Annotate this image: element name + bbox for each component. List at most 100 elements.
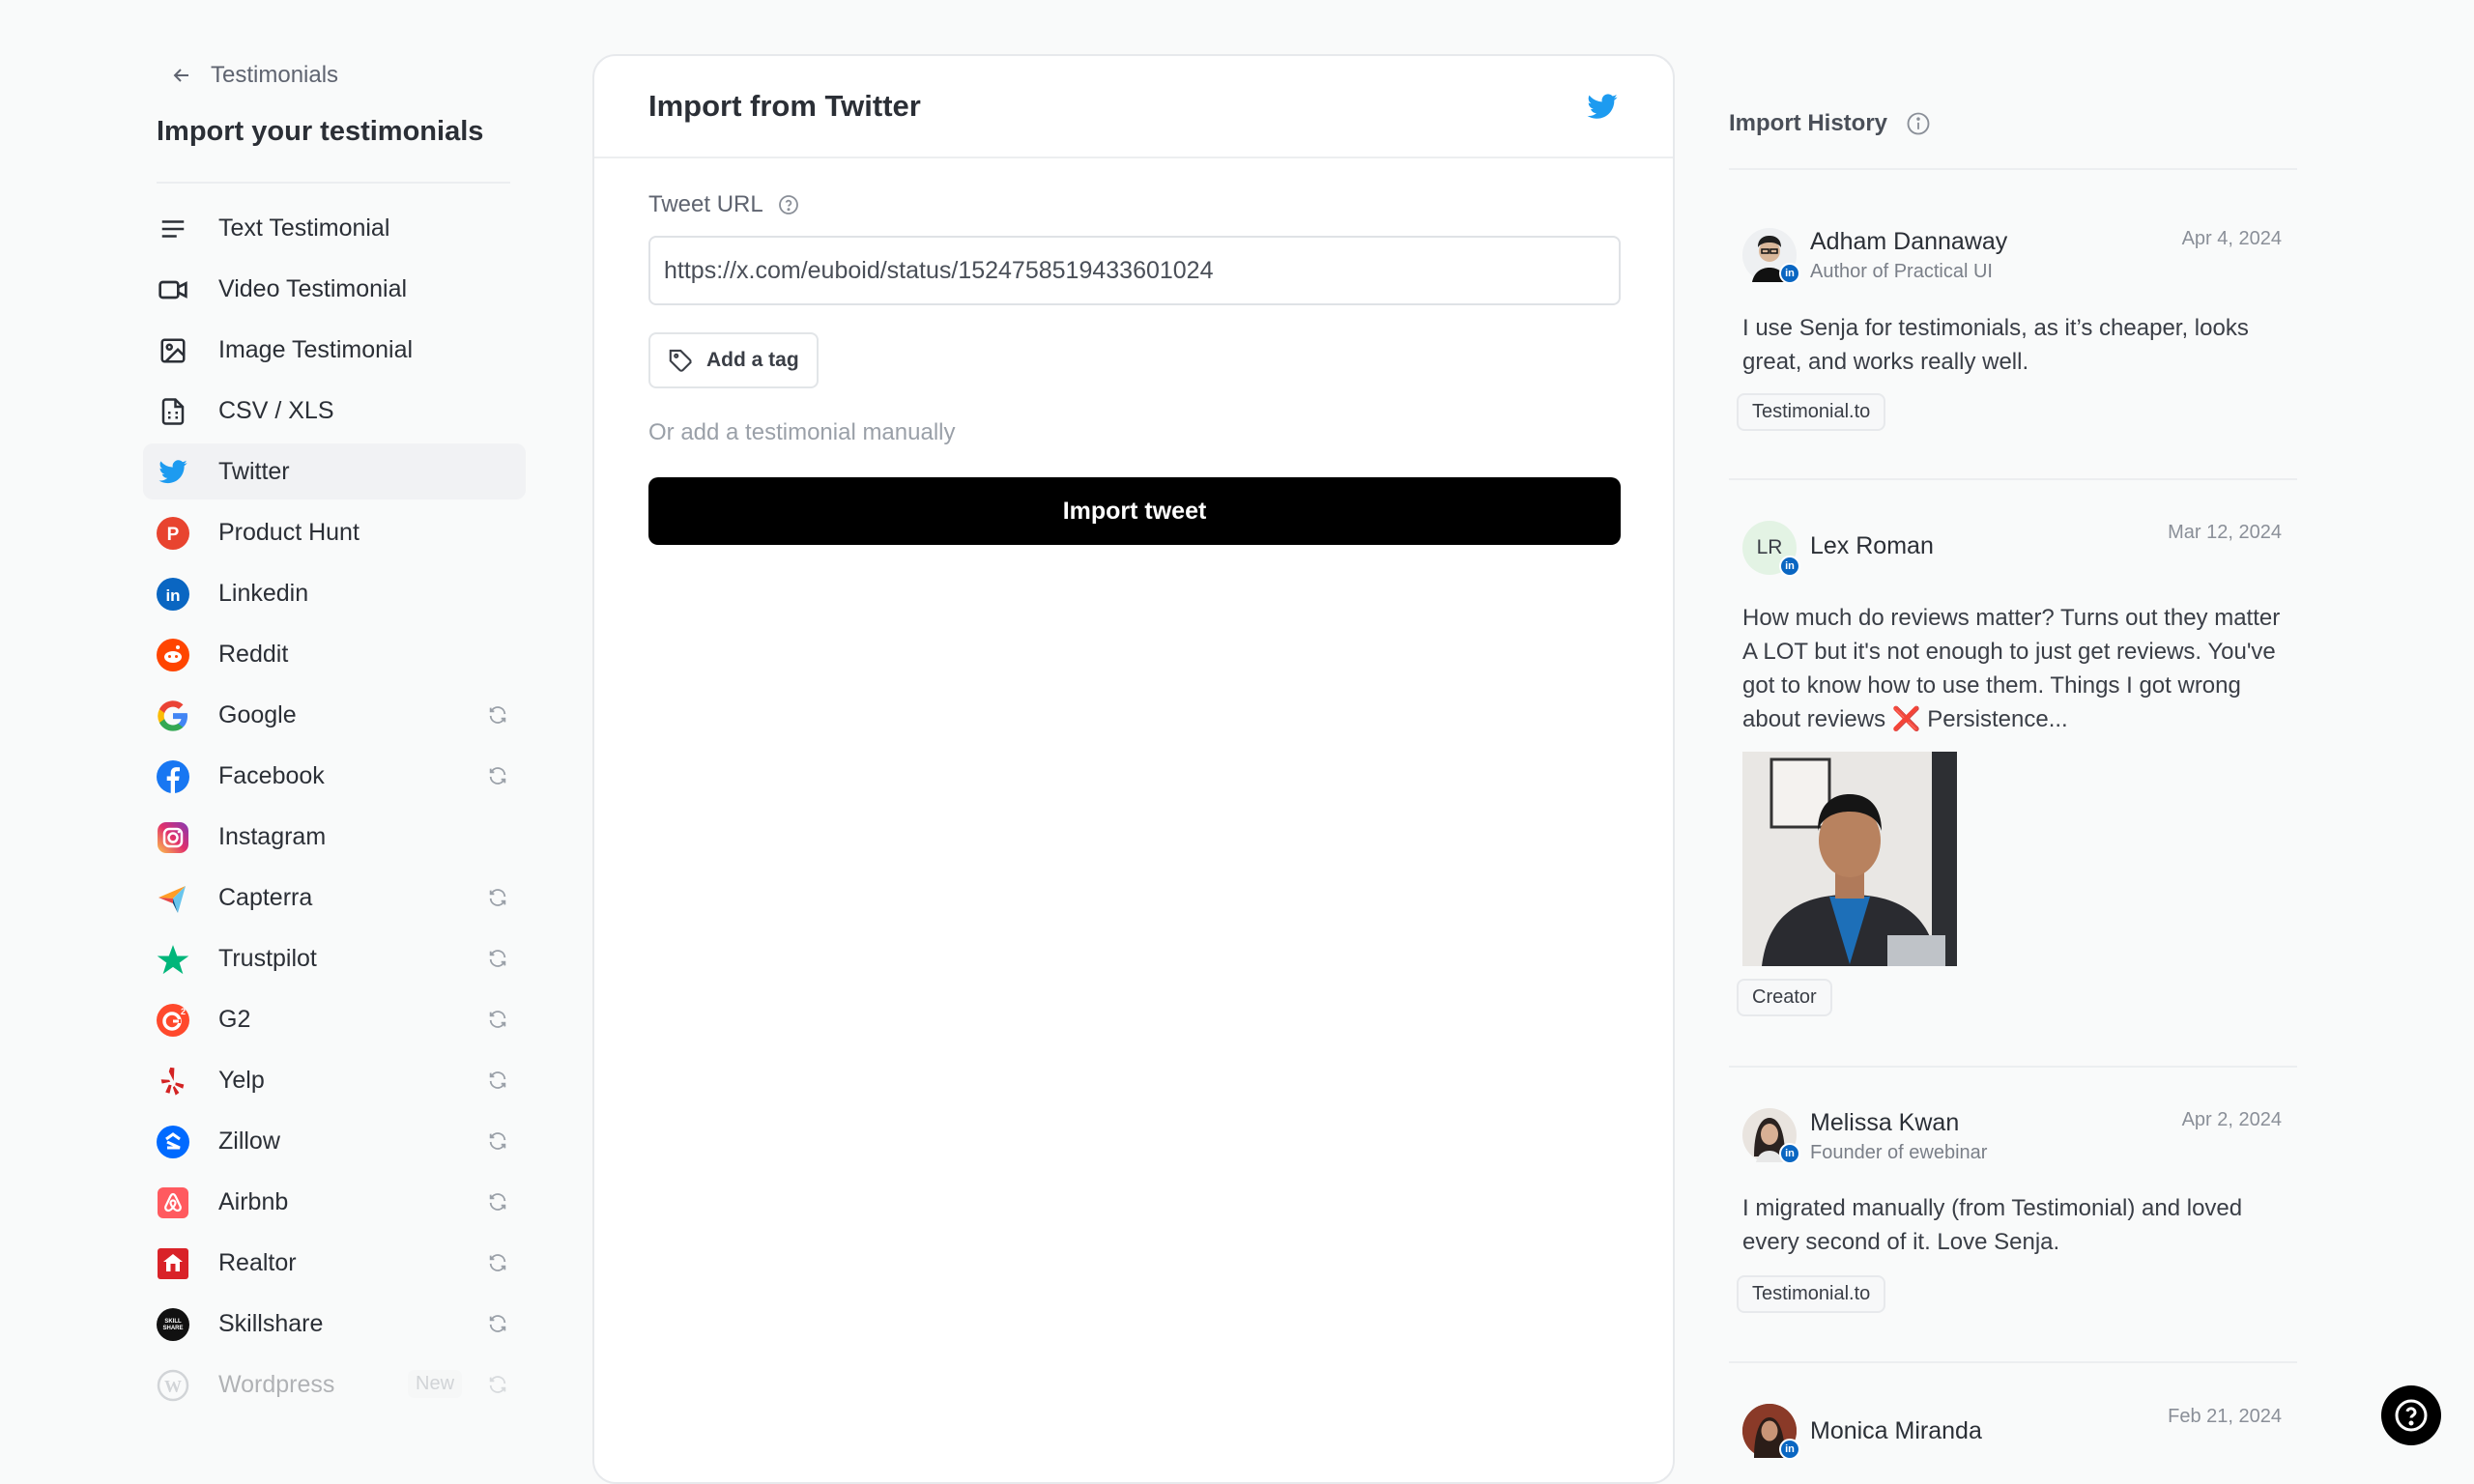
svg-text:P: P (167, 525, 180, 545)
source-label: Instagram (218, 822, 327, 850)
twitter-icon (1587, 94, 1618, 119)
source-zillow[interactable]: Zillow (143, 1113, 526, 1169)
svg-text:SKILL: SKILL (164, 1319, 182, 1325)
source-trustpilot[interactable]: Trustpilot (143, 930, 526, 986)
info-icon[interactable] (1905, 110, 1932, 137)
sync-icon[interactable] (487, 1252, 508, 1273)
source-label: Skillshare (218, 1309, 324, 1337)
import-tweet-button[interactable]: Import tweet (648, 477, 1621, 545)
source-label: Zillow (218, 1127, 280, 1155)
airbnb-icon (157, 1186, 189, 1219)
source-label: Image Testimonial (218, 335, 414, 363)
sync-icon[interactable] (487, 765, 508, 786)
help-circle-icon[interactable] (777, 193, 800, 216)
source-realtor[interactable]: Realtor (143, 1235, 526, 1291)
source-image-testimonial[interactable]: Image Testimonial (143, 322, 526, 378)
svg-text:SHARE: SHARE (162, 1326, 183, 1331)
trustpilot-star-icon (157, 943, 189, 976)
source-label: Video Testimonial (218, 274, 408, 302)
manual-testimonial-link[interactable]: Or add a testimonial manually (648, 419, 955, 446)
add-tag-button[interactable]: Add a tag (648, 332, 819, 388)
author-name: Melissa Kwan (1810, 1109, 1960, 1136)
source-google[interactable]: Google (143, 687, 526, 743)
sync-icon[interactable] (487, 948, 508, 969)
source-tag: Creator (1737, 979, 1832, 1016)
testimonial-text: I use Senja for testimonials, as it’s ch… (1742, 315, 2249, 375)
history-title: Import History (1729, 110, 1888, 136)
source-label: Product Hunt (218, 518, 360, 546)
source-text-testimonial[interactable]: Text Testimonial (143, 200, 526, 256)
sync-icon[interactable] (487, 1191, 508, 1213)
sync-icon[interactable] (487, 1313, 508, 1334)
arrow-left-icon (173, 69, 188, 82)
source-label: Linkedin (218, 579, 309, 607)
source-capterra[interactable]: Capterra (143, 870, 526, 926)
sync-icon[interactable] (487, 1070, 508, 1091)
source-instagram[interactable]: Instagram (143, 809, 526, 865)
source-label: Text Testimonial (218, 214, 390, 242)
divider (157, 182, 510, 184)
instagram-icon (157, 821, 189, 854)
video-camera-icon (157, 273, 189, 306)
source-csv-xls[interactable]: CSV / XLS (143, 383, 526, 439)
divider (1729, 1066, 2297, 1068)
testimonial-date: Apr 4, 2024 (2181, 228, 2282, 249)
sync-icon[interactable] (487, 704, 508, 726)
source-product-hunt[interactable]: P Product Hunt (143, 504, 526, 560)
svg-text:W: W (164, 1377, 182, 1396)
linkedin-badge-icon: in (1779, 1439, 1800, 1460)
yelp-icon (157, 1065, 189, 1098)
sync-icon[interactable] (487, 887, 508, 908)
source-label: Facebook (218, 761, 325, 789)
testimonial-date: Mar 12, 2024 (2168, 522, 2282, 543)
source-skillshare[interactable]: SKILL SHARE Skillshare (143, 1296, 526, 1352)
source-label: Trustpilot (218, 944, 317, 972)
source-label: Yelp (218, 1066, 265, 1094)
facebook-icon (157, 760, 189, 793)
help-button[interactable] (2381, 1385, 2441, 1445)
skillshare-icon: SKILL SHARE (157, 1308, 189, 1341)
page-title: Import your testimonials (157, 116, 484, 147)
back-link[interactable]: Testimonials (170, 62, 338, 89)
back-label: Testimonials (211, 62, 339, 88)
reddit-icon (157, 639, 189, 671)
source-yelp[interactable]: Yelp (143, 1052, 526, 1108)
g2-icon: 2 (157, 1004, 189, 1037)
author-name: Lex Roman (1810, 532, 1934, 559)
source-linkedin[interactable]: in Linkedin (143, 565, 526, 621)
import-history: Import History in Adham Dannaway Author … (1729, 0, 2297, 1465)
source-video-testimonial[interactable]: Video Testimonial (143, 261, 526, 317)
sync-icon[interactable] (487, 1374, 508, 1395)
sync-icon[interactable] (487, 1009, 508, 1030)
source-label: Capterra (218, 883, 313, 911)
source-label: CSV / XLS (218, 396, 334, 424)
tweet-url-input[interactable]: https://x.com/euboid/status/152475851943… (648, 236, 1621, 305)
source-g2[interactable]: 2 G2 (143, 991, 526, 1047)
source-reddit[interactable]: Reddit (143, 626, 526, 682)
testimonial-date: Apr 2, 2024 (2181, 1109, 2282, 1130)
zillow-icon (157, 1126, 189, 1158)
capterra-icon (157, 882, 189, 915)
source-facebook[interactable]: Facebook (143, 748, 526, 804)
twitter-icon (157, 456, 189, 489)
linkedin-badge-icon: in (1779, 263, 1800, 284)
tweet-url-label-text: Tweet URL (648, 191, 763, 217)
source-wordpress[interactable]: W Wordpress New (143, 1356, 526, 1413)
source-tag: Testimonial.to (1737, 393, 1886, 431)
svg-text:in: in (165, 586, 180, 605)
author-name: Monica Miranda (1810, 1417, 1982, 1444)
sync-icon[interactable] (487, 1130, 508, 1152)
source-label: Google (218, 700, 297, 728)
product-hunt-icon: P (157, 517, 189, 550)
linkedin-icon: in (157, 578, 189, 611)
question-circle-icon (2395, 1399, 2428, 1432)
source-airbnb[interactable]: Airbnb (143, 1174, 526, 1230)
history-header: Import History (1729, 110, 1932, 137)
image-icon (157, 334, 189, 367)
source-label: G2 (218, 1005, 251, 1033)
attached-photo[interactable] (1742, 752, 1957, 966)
source-twitter[interactable]: Twitter (143, 443, 526, 499)
source-tag: Testimonial.to (1737, 1275, 1886, 1313)
source-label: Twitter (218, 457, 290, 485)
linkedin-badge-icon: in (1779, 1143, 1800, 1164)
